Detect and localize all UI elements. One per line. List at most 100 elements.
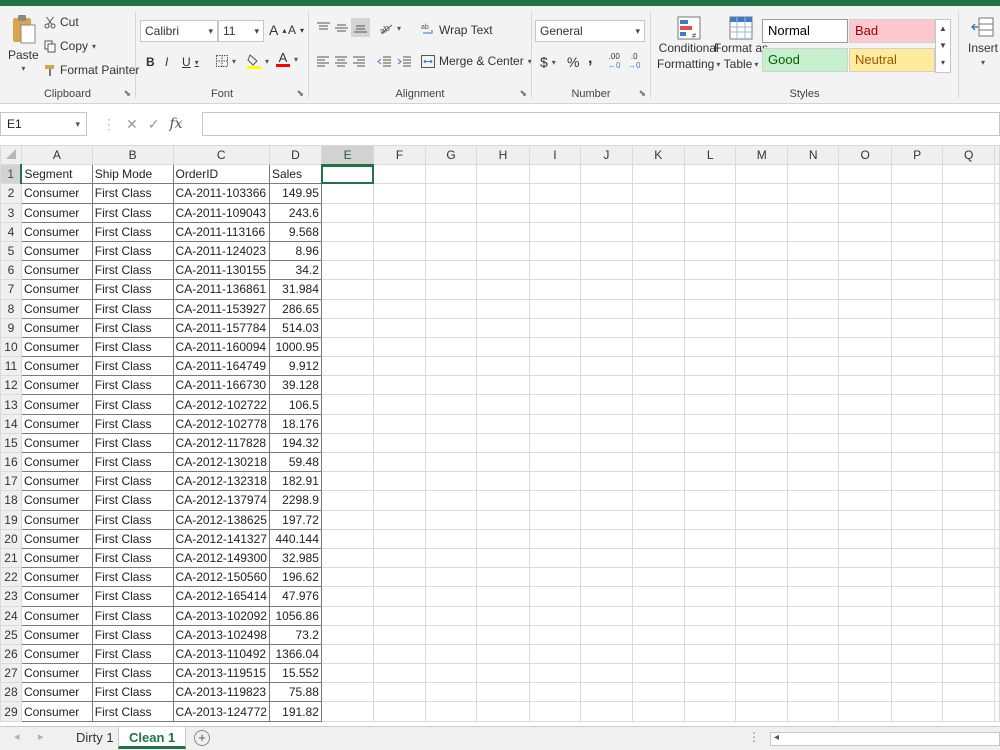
cell-q22[interactable] — [942, 567, 995, 588]
cell-o9[interactable] — [838, 317, 892, 338]
cell-b13[interactable]: First Class — [91, 394, 174, 415]
cell-f3[interactable] — [373, 202, 426, 223]
style-good[interactable]: Good — [762, 48, 848, 72]
cell-b25[interactable]: First Class — [91, 624, 174, 645]
cell-d1[interactable]: Sales — [268, 164, 322, 185]
cell-i4[interactable] — [528, 221, 582, 242]
cell-c13[interactable]: CA-2012-102722 — [172, 394, 270, 415]
row-header[interactable]: 28 — [0, 682, 22, 703]
cell-l22[interactable] — [684, 567, 737, 588]
row-header[interactable]: 27 — [0, 663, 22, 684]
cell-r28[interactable] — [994, 682, 1000, 703]
cell-m6[interactable] — [735, 260, 788, 281]
cell-f19[interactable] — [373, 509, 426, 530]
column-header-d[interactable]: D — [268, 145, 322, 166]
cell-m22[interactable] — [735, 567, 788, 588]
cell-i17[interactable] — [528, 471, 582, 492]
cell-k27[interactable] — [631, 663, 686, 684]
cell-b17[interactable]: First Class — [91, 471, 174, 492]
cell-j21[interactable] — [580, 547, 633, 569]
cell-g22[interactable] — [424, 567, 478, 588]
cell-h1[interactable] — [476, 164, 530, 185]
cell-k11[interactable] — [631, 356, 686, 377]
cell-n26[interactable] — [786, 643, 840, 665]
cell-b21[interactable]: First Class — [91, 547, 174, 569]
cell-j20[interactable] — [580, 528, 633, 549]
cell-r24[interactable] — [994, 605, 1000, 626]
cell-e4[interactable] — [320, 221, 375, 242]
row-header[interactable]: 18 — [0, 490, 22, 511]
cell-q26[interactable] — [942, 643, 995, 665]
cell-a9[interactable]: Consumer — [20, 317, 93, 338]
cell-m20[interactable] — [735, 528, 788, 549]
cell-d27[interactable]: 15.552 — [268, 663, 322, 684]
row-header[interactable]: 4 — [0, 221, 22, 242]
cell-b8[interactable]: First Class — [91, 298, 174, 319]
cell-e13[interactable] — [320, 394, 375, 415]
new-sheet-button[interactable]: + — [194, 730, 210, 746]
cell-h3[interactable] — [476, 202, 530, 223]
cell-a14[interactable]: Consumer — [20, 413, 93, 434]
cell-l15[interactable] — [684, 432, 737, 454]
cell-p23[interactable] — [890, 586, 944, 607]
cell-p16[interactable] — [890, 451, 944, 473]
row-header[interactable]: 3 — [0, 202, 22, 223]
cell-p3[interactable] — [890, 202, 944, 223]
paste-button[interactable]: Paste ▾ — [8, 14, 39, 73]
cell-g24[interactable] — [424, 605, 478, 626]
cell-o12[interactable] — [838, 375, 892, 396]
cell-a13[interactable]: Consumer — [20, 394, 93, 415]
cell-j10[interactable] — [580, 336, 633, 358]
bold-button[interactable]: B — [146, 55, 155, 69]
cell-g14[interactable] — [424, 413, 478, 434]
cell-j22[interactable] — [580, 567, 633, 588]
cell-q7[interactable] — [942, 279, 995, 300]
cell-d18[interactable]: 2298.9 — [268, 490, 322, 511]
cell-l2[interactable] — [684, 183, 737, 204]
cell-f25[interactable] — [373, 624, 426, 645]
cell-q28[interactable] — [942, 682, 995, 703]
cell-o2[interactable] — [838, 183, 892, 204]
cell-d8[interactable]: 286.65 — [268, 298, 322, 319]
column-header-e[interactable]: E — [320, 145, 375, 166]
cell-r26[interactable] — [994, 643, 1000, 665]
cell-d5[interactable]: 8.96 — [268, 240, 322, 262]
cell-o14[interactable] — [838, 413, 892, 434]
cell-h8[interactable] — [476, 298, 530, 319]
cell-o16[interactable] — [838, 451, 892, 473]
cell-n16[interactable] — [786, 451, 840, 473]
cell-p10[interactable] — [890, 336, 944, 358]
cell-i22[interactable] — [528, 567, 582, 588]
font-size-select[interactable]: 11 ▾ — [218, 20, 264, 42]
cell-q25[interactable] — [942, 624, 995, 645]
alignment-launcher-icon[interactable]: ⬊ — [519, 88, 527, 99]
cell-m5[interactable] — [735, 240, 788, 262]
cell-a15[interactable]: Consumer — [20, 432, 93, 454]
cell-e21[interactable] — [320, 547, 375, 569]
cell-e3[interactable] — [320, 202, 375, 223]
font-color-button[interactable]: A ▾ — [276, 51, 298, 67]
cell-q9[interactable] — [942, 317, 995, 338]
cell-n8[interactable] — [786, 298, 840, 319]
cell-e10[interactable] — [320, 336, 375, 358]
cell-k3[interactable] — [631, 202, 686, 223]
cell-n28[interactable] — [786, 682, 840, 703]
cell-b22[interactable]: First Class — [91, 567, 174, 588]
cell-m14[interactable] — [735, 413, 788, 434]
cell-g10[interactable] — [424, 336, 478, 358]
cell-c1[interactable]: OrderID — [172, 164, 270, 185]
cell-i16[interactable] — [528, 451, 582, 473]
cell-a17[interactable]: Consumer — [20, 471, 93, 492]
cell-j29[interactable] — [580, 701, 633, 722]
cell-i25[interactable] — [528, 624, 582, 645]
cell-k7[interactable] — [631, 279, 686, 300]
cell-p18[interactable] — [890, 490, 944, 511]
cell-l10[interactable] — [684, 336, 737, 358]
cell-q19[interactable] — [942, 509, 995, 530]
cell-p22[interactable] — [890, 567, 944, 588]
cell-f5[interactable] — [373, 240, 426, 262]
cell-r4[interactable] — [994, 221, 1000, 242]
cell-p7[interactable] — [890, 279, 944, 300]
cell-m18[interactable] — [735, 490, 788, 511]
sheet-tab-clean-1[interactable]: Clean 1 — [118, 727, 187, 749]
